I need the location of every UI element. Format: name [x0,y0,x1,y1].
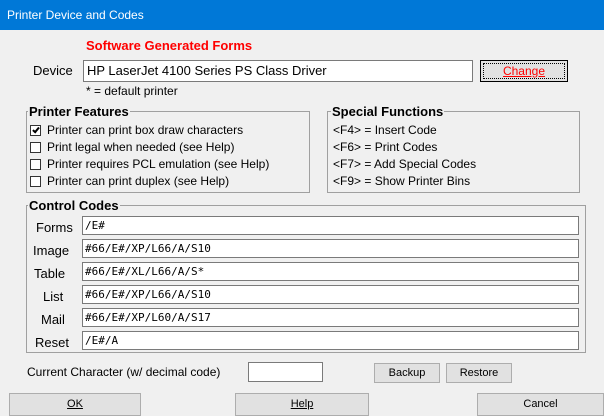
change-device-button[interactable]: Change [480,60,568,82]
code-label-table: Table [34,266,66,281]
device-value: HP LaserJet 4100 Series PS Class Driver [87,63,327,78]
feature-label: Printer can print duplex (see Help) [47,174,230,188]
window-title: Printer Device and Codes [7,8,144,22]
special-function-item: <F7> = Add Special Codes [333,157,477,171]
help-button-label: Help [290,398,314,410]
cancel-button[interactable]: Cancel [477,393,604,416]
backup-button[interactable]: Backup [374,363,440,383]
code-input-forms[interactable]: /E# [82,216,579,235]
code-input-mail[interactable]: #66/E#/XP/L60/A/S17 [82,308,579,327]
device-field[interactable]: HP LaserJet 4100 Series PS Class Driver [83,60,473,82]
code-value: #66/E#/XL/L66/A/S* [85,265,205,278]
special-function-item: <F4> = Insert Code [333,123,437,137]
code-label-reset: Reset [35,335,69,350]
code-label-image: Image [33,243,70,258]
box-draw-checkbox[interactable] [30,124,41,136]
special-functions-title: Special Functions [331,104,445,119]
ok-button[interactable]: OK [9,393,141,416]
control-codes-title: Control Codes [28,198,120,213]
code-label-list: List [43,289,64,304]
ok-button-label: OK [67,398,83,410]
feature-print-legal[interactable]: Print legal when needed (see Help) [30,140,234,154]
window-titlebar: Printer Device and Codes [0,0,604,30]
restore-button-label: Restore [459,367,499,379]
device-label: Device [33,63,73,78]
code-value: #66/E#/XP/L66/A/S10 [85,288,211,301]
printer-features-title: Printer Features [28,104,130,119]
feature-pcl-emulation[interactable]: Printer requires PCL emulation (see Help… [30,157,269,171]
backup-button-label: Backup [388,367,426,379]
duplex-checkbox[interactable] [30,175,41,187]
special-function-item: <F9> = Show Printer Bins [333,174,471,188]
code-input-image[interactable]: #66/E#/XP/L66/A/S10 [82,239,579,258]
feature-label: Print legal when needed (see Help) [47,140,235,154]
code-input-reset[interactable]: /E#/A [82,331,579,350]
code-input-table[interactable]: #66/E#/XL/L66/A/S* [82,262,579,281]
code-value: #66/E#/XP/L60/A/S17 [85,311,211,324]
code-value: #66/E#/XP/L66/A/S10 [85,242,211,255]
default-printer-note: * = default printer [86,84,178,98]
current-character-label: Current Character (w/ decimal code) [27,365,221,379]
restore-button[interactable]: Restore [446,363,512,383]
cancel-button-label: Cancel [523,398,558,410]
special-function-item: <F6> = Print Codes [333,140,438,154]
change-button-label: Change [502,64,546,78]
pcl-emulation-checkbox[interactable] [30,158,41,170]
feature-duplex[interactable]: Printer can print duplex (see Help) [30,174,229,188]
feature-box-draw[interactable]: Printer can print box draw characters [30,123,243,137]
feature-label: Printer requires PCL emulation (see Help… [47,157,270,171]
code-label-mail: Mail [41,312,65,327]
code-input-list[interactable]: #66/E#/XP/L66/A/S10 [82,285,579,304]
forms-heading: Software Generated Forms [86,38,253,53]
code-value: /E#/A [85,334,119,347]
help-button[interactable]: Help [235,393,369,416]
feature-label: Printer can print box draw characters [47,123,244,137]
check-mark-icon [32,125,40,133]
code-value: /E# [85,219,105,232]
current-character-field[interactable] [248,362,323,382]
print-legal-checkbox[interactable] [30,141,41,153]
code-label-forms: Forms [36,220,73,235]
